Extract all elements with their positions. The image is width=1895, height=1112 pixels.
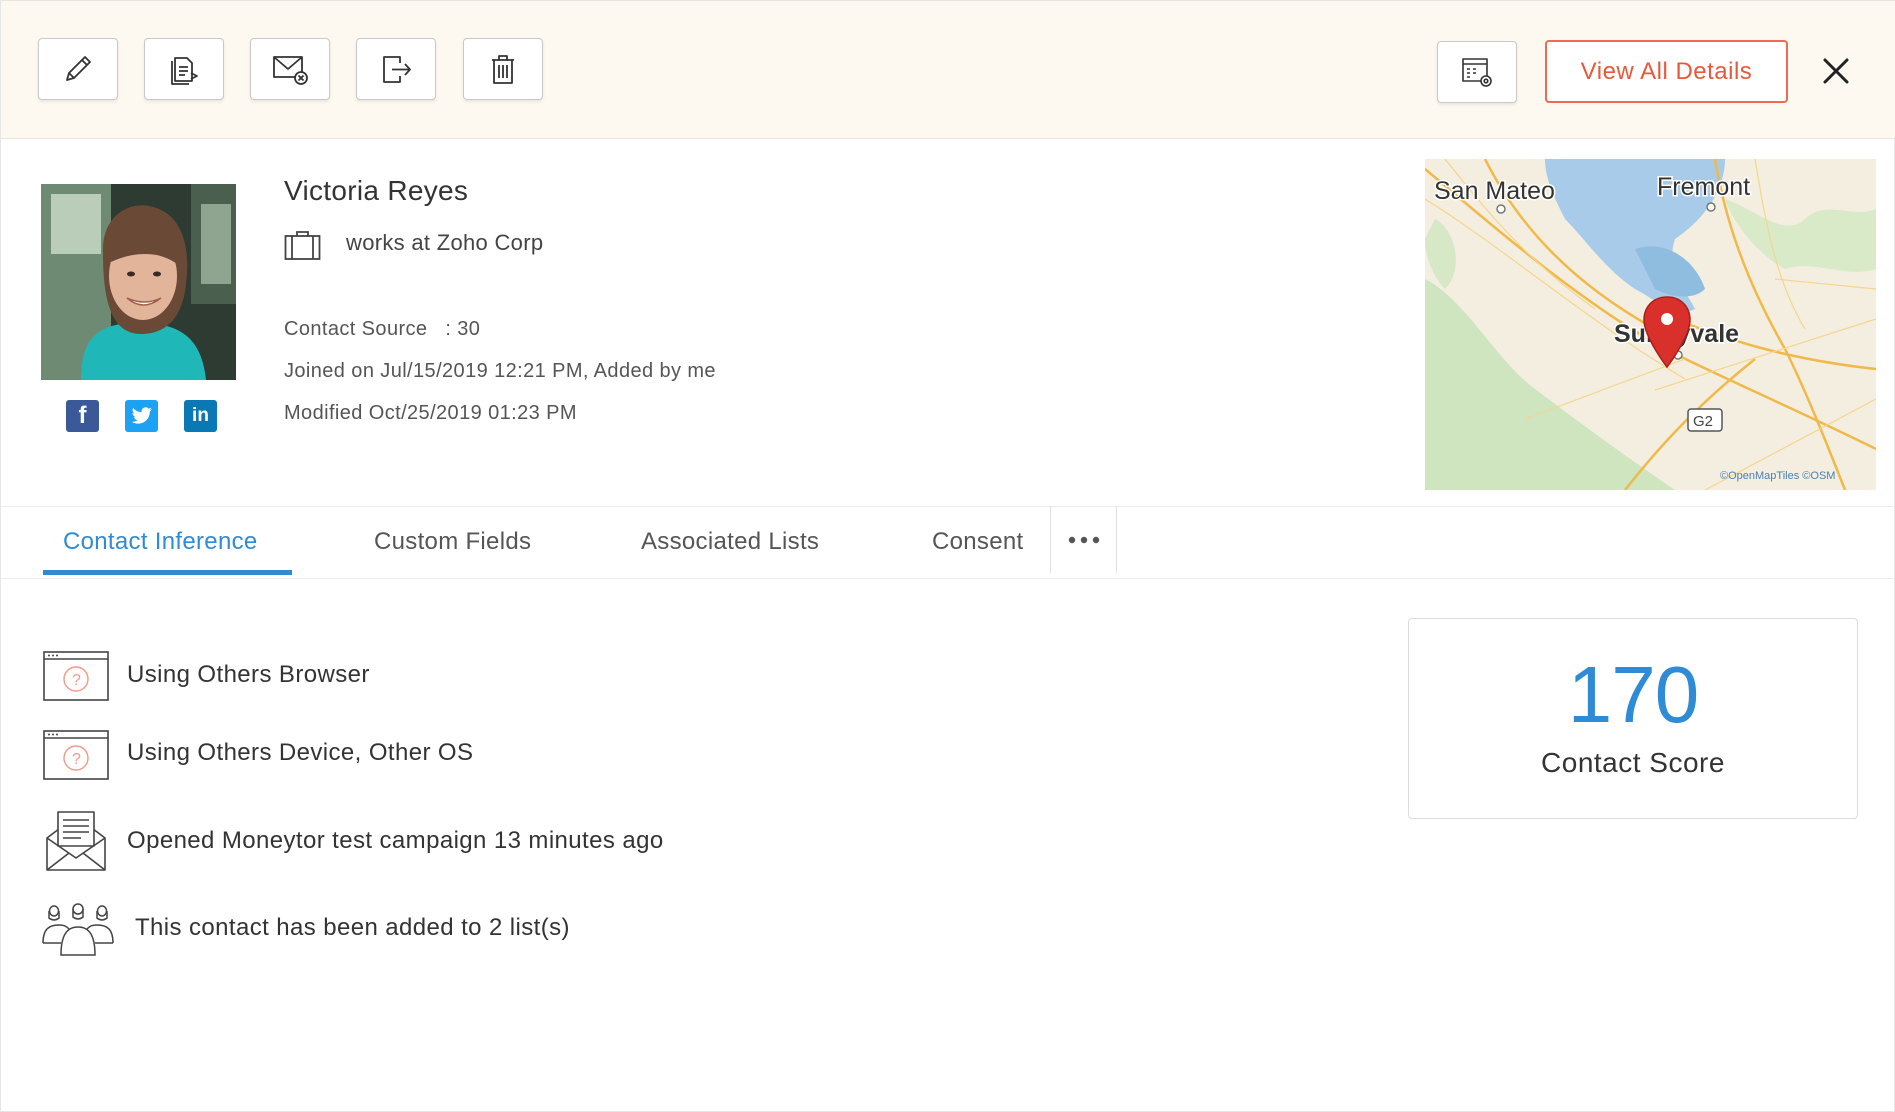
map-label-san-mateo: San Mateo	[1434, 177, 1555, 205]
map-label-g2: G2	[1693, 413, 1713, 430]
contact-detail-panel: View All Details f in Victoria Reyes wor…	[0, 0, 1895, 1112]
tab-bar: Contact Inference Custom Fields Associat…	[1, 506, 1146, 578]
inference-browser: Using Others Browser	[127, 661, 370, 688]
document-icon	[171, 57, 198, 85]
more-horizontal-icon	[1068, 536, 1099, 543]
contact-name: Victoria Reyes	[284, 175, 469, 206]
pencil-icon	[66, 56, 91, 81]
twitter-icon[interactable]	[125, 400, 158, 432]
tab-associated-lists[interactable]: Associated Lists	[641, 506, 819, 578]
contact-score-value: 170	[1567, 650, 1699, 739]
tab-consent[interactable]: Consent	[932, 506, 1024, 578]
social-links: f in	[66, 400, 217, 432]
close-icon	[1823, 58, 1849, 84]
opened-email-icon	[46, 811, 106, 871]
map-attribution: ©OpenMapTiles ©OSM	[1720, 470, 1835, 482]
facebook-icon[interactable]: f	[66, 400, 99, 432]
joined-info: Joined on Jul/15/2019 12:21 PM, Added by…	[284, 360, 716, 382]
column-settings-button[interactable]	[1437, 41, 1517, 103]
contact-source: Contact Source : 30	[284, 318, 481, 340]
svg-text:?: ?	[72, 751, 81, 768]
export-button[interactable]	[356, 38, 436, 100]
inference-lists: This contact has been added to 2 list(s)	[135, 914, 570, 941]
contact-score-card: 170 Contact Score	[1408, 618, 1858, 819]
close-button[interactable]	[1816, 51, 1856, 91]
inference-campaign: Opened Moneytor test campaign 13 minutes…	[127, 827, 664, 854]
trash-icon	[492, 55, 514, 84]
map-label-fremont: Fremont	[1657, 173, 1750, 201]
export-icon	[383, 56, 411, 83]
mail-cancel-icon	[273, 56, 308, 85]
company-text: works at Zoho Corp	[346, 230, 544, 255]
edit-button[interactable]	[38, 38, 118, 100]
contact-score-label: Contact Score	[1541, 747, 1725, 778]
unknown-device-icon: ?	[43, 730, 109, 780]
inference-device: Using Others Device, Other OS	[127, 739, 474, 766]
avatar	[41, 184, 236, 380]
contact-group-icon	[42, 903, 114, 956]
tab-custom-fields[interactable]: Custom Fields	[374, 506, 531, 578]
unsubscribe-button[interactable]	[250, 38, 330, 100]
view-all-details-button[interactable]: View All Details	[1545, 40, 1788, 103]
svg-text:?: ?	[72, 672, 81, 689]
briefcase-icon	[284, 231, 321, 260]
tab-contact-inference[interactable]: Contact Inference	[63, 506, 258, 578]
notes-button[interactable]	[144, 38, 224, 100]
more-tabs-button[interactable]	[1050, 506, 1117, 573]
modified-info: Modified Oct/25/2019 01:23 PM	[284, 402, 577, 424]
table-settings-icon	[1462, 58, 1492, 87]
unknown-browser-icon: ?	[43, 651, 109, 701]
active-tab-indicator	[43, 570, 292, 575]
linkedin-icon[interactable]: in	[184, 400, 217, 432]
delete-button[interactable]	[463, 38, 543, 100]
toolbar: View All Details	[1, 1, 1895, 139]
tabs-divider	[1, 578, 1895, 579]
location-map[interactable]: San Mateo Fremont Sunnyvale G2 ©OpenMapT…	[1425, 159, 1876, 490]
